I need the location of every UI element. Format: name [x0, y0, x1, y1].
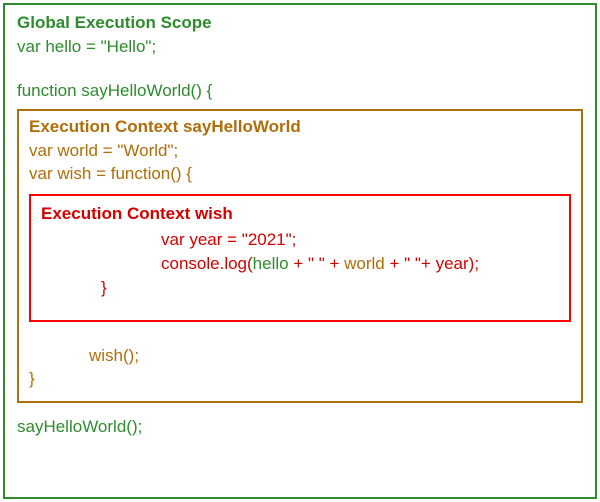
log-year: year: [436, 254, 469, 273]
global-scope-box: Global Execution Scope var hello = "Hell…: [3, 3, 597, 499]
inner-title: Execution Context wish: [41, 204, 559, 224]
log-prefix: console.log(: [161, 254, 253, 273]
mid-wish-call: wish();: [29, 344, 571, 368]
global-func-decl: function sayHelloWorld() {: [17, 79, 583, 103]
global-call: sayHelloWorld();: [17, 415, 583, 439]
log-hello: hello: [253, 254, 289, 273]
log-suffix: );: [469, 254, 479, 273]
sayhelloworld-context-box: Execution Context sayHelloWorld var worl…: [17, 109, 583, 404]
mid-var-world: var world = "World";: [29, 139, 571, 163]
inner-var-year: var year = "2021";: [41, 228, 559, 252]
log-plus2: + " "+: [385, 254, 436, 273]
wish-context-box: Execution Context wish var year = "2021"…: [29, 194, 571, 321]
mid-close-brace: }: [29, 367, 571, 391]
global-title: Global Execution Scope: [17, 13, 583, 33]
mid-var-wish: var wish = function() {: [29, 162, 571, 186]
log-plus1: + " " +: [289, 254, 345, 273]
log-world: world: [344, 254, 385, 273]
global-var-hello: var hello = "Hello";: [17, 35, 583, 59]
blank-line: [17, 59, 583, 79]
mid-title: Execution Context sayHelloWorld: [29, 117, 571, 137]
inner-close-brace: }: [41, 276, 559, 300]
inner-console-log: console.log(hello + " " + world + " "+ y…: [41, 252, 559, 276]
